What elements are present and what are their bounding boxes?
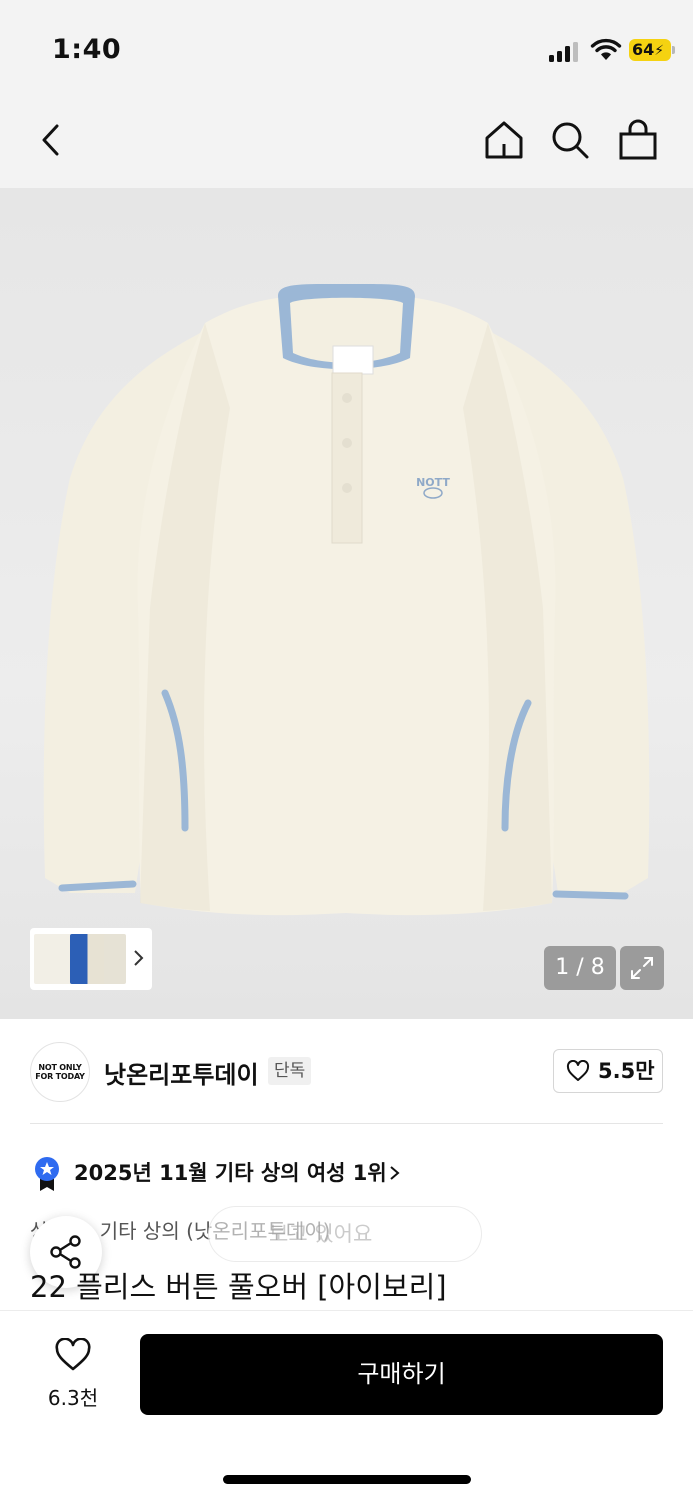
wishlist-count: 6.3천 [47, 1386, 99, 1410]
garment-logo-text: NOTT [416, 476, 450, 489]
brand-logo-line1: NOT ONLY [38, 1063, 82, 1072]
search-icon[interactable] [548, 118, 592, 162]
battery-indicator: 64⚡ [629, 39, 675, 61]
brand-like-count: 5.5만 [598, 1059, 655, 1083]
home-indicator[interactable] [223, 1475, 471, 1484]
buy-button[interactable]: 구매하기 [140, 1334, 663, 1415]
brand-name[interactable]: 낫온리포투데이 [104, 1055, 259, 1090]
status-time: 1:40 [52, 34, 122, 65]
expand-icon[interactable] [620, 946, 664, 990]
ranking-link[interactable]: 2025년 11월 기타 상의 여성 1위 [74, 1157, 387, 1187]
thumbnail-more[interactable] [104, 934, 126, 984]
heart-icon [55, 1337, 91, 1371]
divider [30, 1123, 663, 1124]
brand-logo-line2: FOR TODAY [35, 1072, 85, 1081]
thumbnail-strip[interactable] [30, 928, 152, 990]
wifi-icon [590, 38, 622, 60]
image-counter: 1 / 8 [544, 946, 616, 990]
battery-level: 64 [632, 40, 655, 59]
product-image-gallery[interactable]: NOTT 1 / 8 [0, 188, 693, 1019]
exclusive-badge: 단독 [268, 1057, 312, 1085]
chevron-right-icon[interactable] [388, 1162, 402, 1184]
viewers-toast: 보고 있어요 [208, 1206, 482, 1262]
brand-like-button[interactable]: 5.5만 [553, 1049, 663, 1093]
chevron-right-icon[interactable] [132, 946, 146, 970]
brand-logo[interactable]: NOT ONLY FOR TODAY [30, 1042, 90, 1102]
shopping-bag-icon[interactable] [616, 118, 660, 162]
cellular-signal-icon [549, 40, 581, 62]
top-header: 1:40 64⚡ [0, 0, 693, 188]
wishlist-button[interactable]: 6.3천 [40, 1337, 106, 1411]
back-icon[interactable] [30, 118, 74, 162]
home-icon[interactable] [482, 118, 526, 162]
ranking-badge-icon [35, 1157, 59, 1191]
product-title: 22 플리스 버튼 풀오버 [아이보리] [30, 1270, 447, 1304]
heart-icon [566, 1060, 590, 1081]
product-image: NOTT [43, 283, 650, 916]
